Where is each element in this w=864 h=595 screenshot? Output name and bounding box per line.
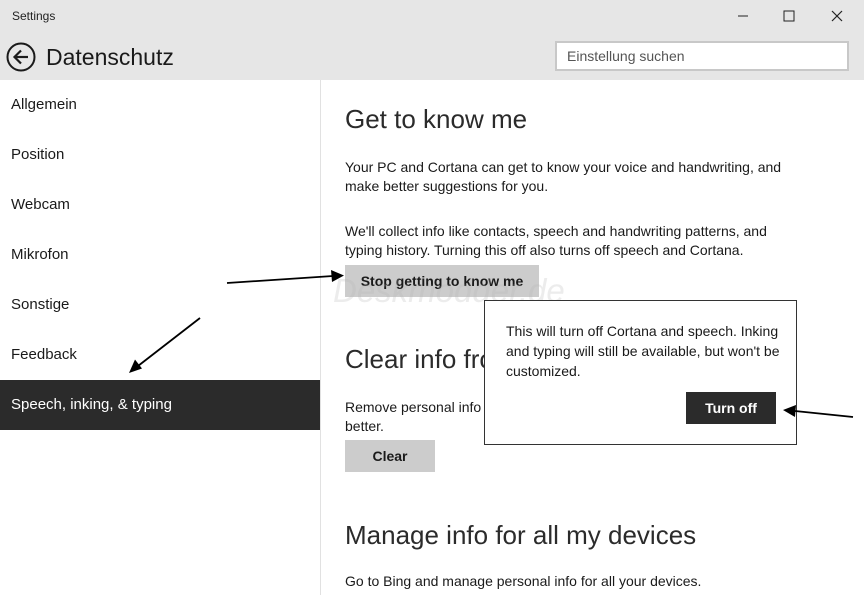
annotation-arrows (129, 270, 854, 418)
arrow-to-stop-button (226, 270, 344, 284)
arrow-to-speech-item (129, 317, 201, 373)
arrow-to-turn-off-button (783, 405, 854, 418)
